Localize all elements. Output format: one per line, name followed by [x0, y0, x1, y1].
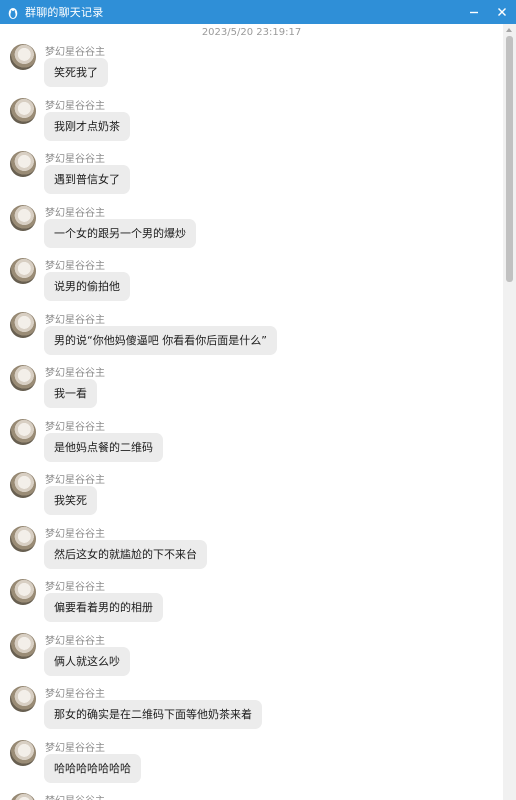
message-bubble: 遇到普信女了 — [44, 165, 130, 194]
avatar[interactable] — [10, 365, 36, 391]
avatar[interactable] — [10, 44, 36, 70]
sender-name: 梦幻星谷谷主 — [45, 475, 105, 486]
chat-history[interactable]: 2023/5/20 23:19:17 梦幻星谷谷主 笑死我了 梦幻星谷谷主 我刚… — [0, 24, 503, 800]
avatar[interactable] — [10, 205, 36, 231]
message-bubble: 俩人就这么吵 — [44, 647, 130, 676]
avatar[interactable] — [10, 740, 36, 766]
message-bubble: 我一看 — [44, 379, 97, 408]
sender-name: 梦幻星谷谷主 — [45, 636, 105, 647]
avatar[interactable] — [10, 419, 36, 445]
message-bubble: 男的说“你他妈傻逼吧 你看看你后面是什么” — [44, 326, 277, 355]
sender-name: 梦幻星谷谷主 — [45, 208, 105, 219]
avatar[interactable] — [10, 526, 36, 552]
avatar[interactable] — [10, 312, 36, 338]
close-icon — [498, 8, 506, 16]
window-title: 群聊的聊天记录 — [25, 6, 104, 19]
avatar[interactable] — [10, 258, 36, 284]
message-bubble: 哈哈哈哈哈哈哈 — [44, 754, 141, 783]
sender-name: 梦幻星谷谷主 — [45, 743, 105, 754]
sender-name: 梦幻星谷谷主 — [45, 154, 105, 165]
avatar[interactable] — [10, 472, 36, 498]
scrollbar-thumb[interactable] — [506, 36, 513, 282]
sender-name: 梦幻星谷谷主 — [45, 792, 105, 800]
avatar[interactable] — [10, 151, 36, 177]
sender-name: 梦幻星谷谷主 — [45, 368, 105, 379]
chat-timestamp: 2023/5/20 23:19:17 — [201, 27, 302, 38]
avatar[interactable] — [10, 686, 36, 712]
sender-name: 梦幻星谷谷主 — [45, 529, 105, 540]
minimize-button[interactable] — [460, 0, 488, 24]
avatar[interactable] — [10, 633, 36, 659]
avatar[interactable] — [10, 579, 36, 605]
sender-name: 梦幻星谷谷主 — [45, 261, 105, 272]
avatar[interactable] — [10, 793, 36, 800]
sender-name: 梦幻星谷谷主 — [45, 422, 105, 433]
sender-name: 梦幻星谷谷主 — [45, 47, 105, 58]
penguin-icon — [6, 5, 20, 19]
window-titlebar: 群聊的聊天记录 — [0, 0, 516, 24]
message-bubble: 偏要看着男的的相册 — [44, 593, 163, 622]
scroll-up-arrow-icon[interactable] — [506, 28, 512, 32]
message-bubble: 说男的偷拍他 — [44, 272, 130, 301]
avatar[interactable] — [10, 98, 36, 124]
message-bubble: 我刚才点奶茶 — [44, 112, 130, 141]
message-bubble: 是他妈点餐的二维码 — [44, 433, 163, 462]
minimize-icon — [470, 11, 478, 14]
message-bubble: 笑死我了 — [44, 58, 108, 87]
sender-name: 梦幻星谷谷主 — [45, 689, 105, 700]
sender-name: 梦幻星谷谷主 — [45, 101, 105, 112]
close-button[interactable] — [488, 0, 516, 24]
sender-name: 梦幻星谷谷主 — [45, 315, 105, 326]
message-bubble: 我笑死 — [44, 486, 97, 515]
message-bubble: 一个女的跟另一个男的爆炒 — [44, 219, 196, 248]
message-bubble: 那女的确实是在二维码下面等他奶茶来着 — [44, 700, 262, 729]
scrollbar[interactable] — [503, 24, 516, 800]
sender-name: 梦幻星谷谷主 — [45, 582, 105, 593]
message-bubble: 然后这女的就尴尬的下不来台 — [44, 540, 207, 569]
